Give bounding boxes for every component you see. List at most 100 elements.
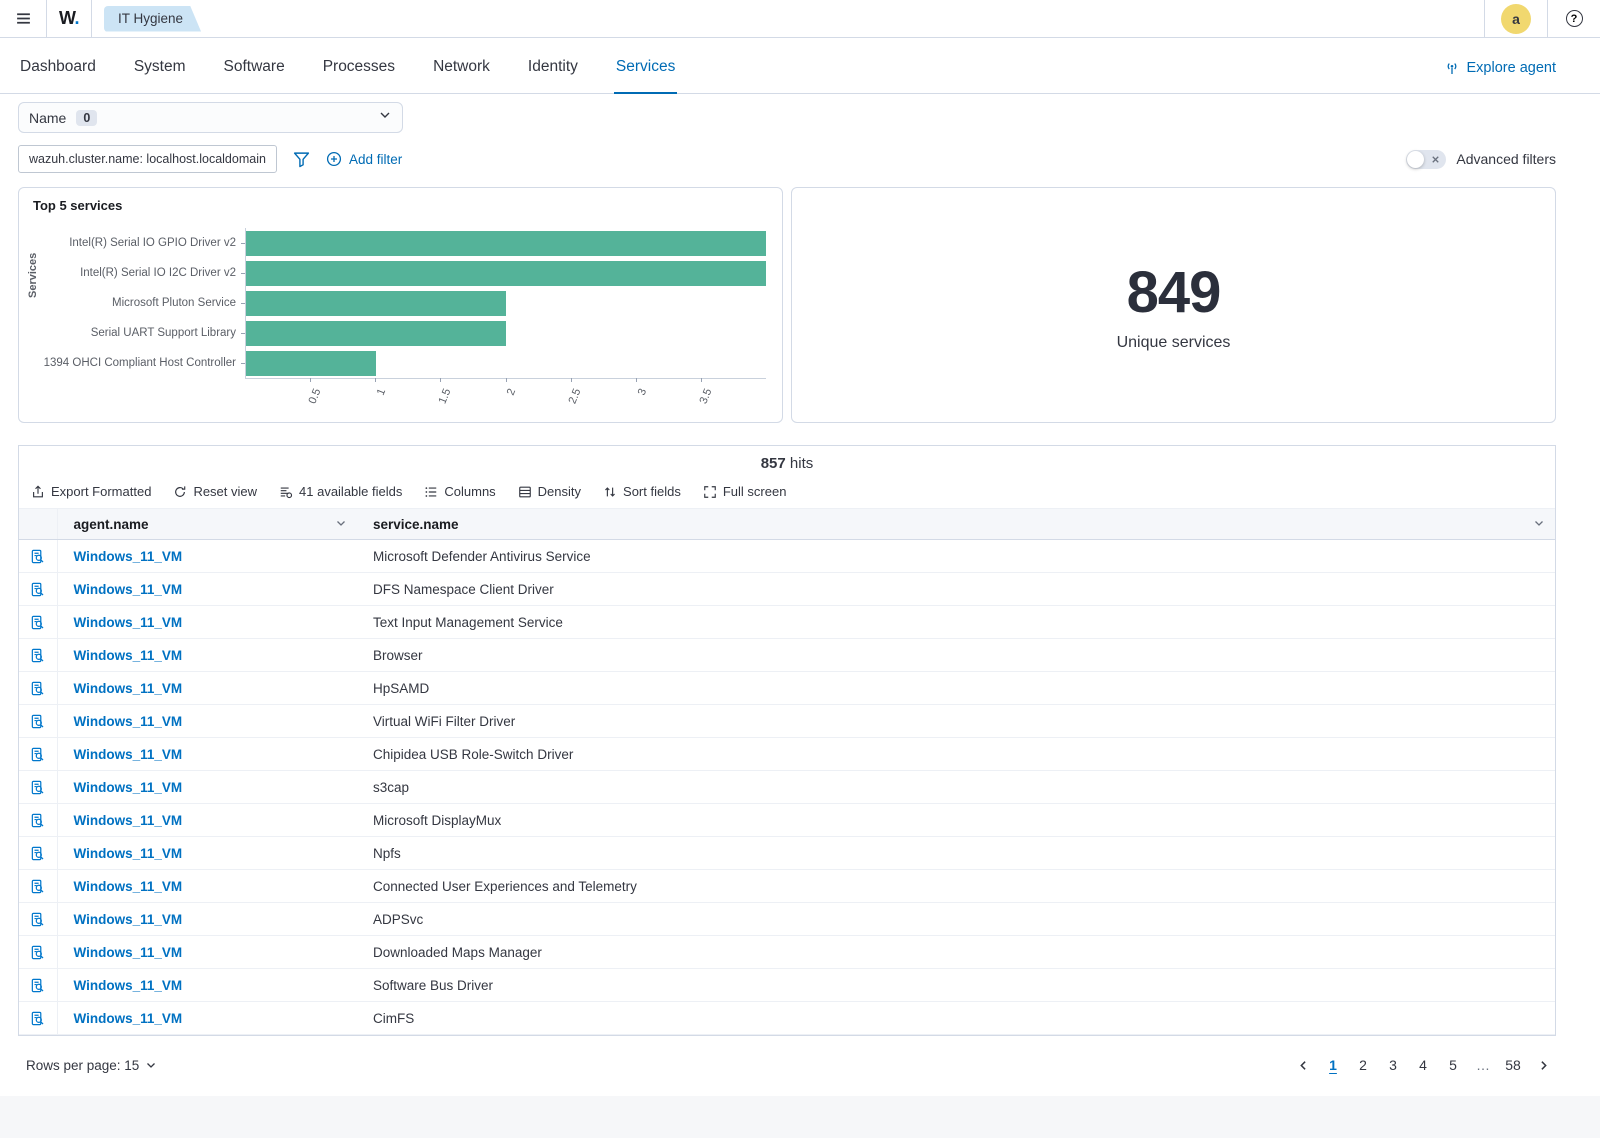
chevron-down-icon[interactable] — [1533, 517, 1545, 532]
chart-category-label: 1394 OHCI Compliant Host Controller — [33, 348, 245, 378]
tab-services[interactable]: Services — [614, 58, 677, 93]
metric-label: Unique services — [1117, 334, 1231, 352]
tab-identity[interactable]: Identity — [526, 58, 580, 93]
pagination: 12345…58 — [1290, 1052, 1556, 1078]
agent-name-link[interactable]: Windows_11_VM — [74, 714, 183, 729]
agent-name-link[interactable]: Windows_11_VM — [74, 780, 183, 795]
refresh-icon — [173, 485, 187, 499]
41-available-fields-button[interactable]: 41 available fields — [279, 484, 402, 499]
inspect-document-icon[interactable] — [30, 879, 45, 894]
service-name-cell: Downloaded Maps Manager — [357, 936, 1555, 969]
table-row: Windows_11_VM Virtual WiFi Filter Driver — [19, 705, 1555, 738]
filter-pill[interactable]: wazuh.cluster.name: localhost.localdomai… — [18, 145, 277, 173]
chart-bar[interactable] — [246, 351, 376, 376]
service-name-cell: Connected User Experiences and Telemetry — [357, 870, 1555, 903]
service-name-cell: HpSAMD — [357, 672, 1555, 705]
density-button[interactable]: Density — [518, 484, 581, 499]
help-icon[interactable]: ? — [1548, 0, 1600, 37]
inspect-document-icon[interactable] — [30, 780, 45, 795]
tab-processes[interactable]: Processes — [321, 58, 397, 93]
name-filter-select[interactable]: Name 0 — [18, 102, 403, 133]
toggle-off-x-icon — [1430, 153, 1441, 168]
hamburger-menu-icon[interactable] — [0, 0, 46, 37]
inspect-document-icon[interactable] — [30, 615, 45, 630]
y-axis-label: Services — [27, 253, 39, 298]
page-5-button[interactable]: 5 — [1440, 1052, 1466, 1078]
agent-name-link[interactable]: Windows_11_VM — [74, 978, 183, 993]
service-name-cell: Virtual WiFi Filter Driver — [357, 705, 1555, 738]
inspect-document-icon[interactable] — [30, 714, 45, 729]
inspect-document-icon[interactable] — [30, 912, 45, 927]
chevron-down-icon[interactable] — [335, 517, 347, 532]
add-filter-button[interactable]: Add filter — [326, 151, 402, 167]
inspect-document-icon[interactable] — [30, 747, 45, 762]
agent-name-link[interactable]: Windows_11_VM — [74, 549, 183, 564]
agent-name-link[interactable]: Windows_11_VM — [74, 1011, 183, 1026]
page-1-button[interactable]: 1 — [1320, 1052, 1346, 1078]
table-row: Windows_11_VMCimFS — [19, 1002, 1555, 1035]
table-row: Windows_11_VMChipidea USB Role-Switch Dr… — [19, 738, 1555, 771]
filters-section: Name 0 wazuh.cluster.name: localhost.loc… — [0, 94, 1600, 173]
inspect-document-icon[interactable] — [30, 648, 45, 663]
inspect-document-icon[interactable] — [30, 945, 45, 960]
service-name-cell: s3cap — [357, 771, 1555, 804]
agent-name-link[interactable]: Windows_11_VM — [74, 846, 183, 861]
agent-name-link[interactable]: Windows_11_VM — [74, 912, 183, 927]
agent-name-link[interactable]: Windows_11_VM — [74, 615, 183, 630]
prev-page-icon[interactable] — [1290, 1052, 1316, 1078]
tab-dashboard[interactable]: Dashboard — [18, 58, 98, 93]
sort-icon — [603, 485, 617, 499]
inspect-document-icon[interactable] — [30, 1011, 45, 1026]
chart-bar[interactable] — [246, 231, 766, 256]
table-row: Windows_11_VMNpfs — [19, 837, 1555, 870]
page-4-button[interactable]: 4 — [1410, 1052, 1436, 1078]
column-header-service-name[interactable]: service.name — [357, 509, 1555, 540]
breadcrumb[interactable]: IT Hygiene — [104, 6, 201, 32]
chart-bar[interactable] — [246, 261, 766, 286]
nav-tabs-bar: Dashboard System Software Processes Network I… — [0, 38, 1600, 94]
inspect-document-icon[interactable] — [30, 813, 45, 828]
advanced-filters-toggle[interactable] — [1406, 150, 1446, 169]
agent-name-link[interactable]: Windows_11_VM — [74, 648, 183, 663]
tab-software[interactable]: Software — [222, 58, 287, 93]
full-screen-button[interactable]: Full screen — [703, 484, 787, 499]
export-formatted-button[interactable]: Export Formatted — [31, 484, 151, 499]
next-page-icon[interactable] — [1530, 1052, 1556, 1078]
page-3-button[interactable]: 3 — [1380, 1052, 1406, 1078]
agent-name-link[interactable]: Windows_11_VM — [74, 813, 183, 828]
inspect-document-icon[interactable] — [30, 681, 45, 696]
explore-agent-link[interactable]: Explore agent — [1444, 60, 1556, 93]
avatar[interactable]: a — [1501, 4, 1531, 34]
chart-bar[interactable] — [246, 321, 506, 346]
chevron-down-icon — [378, 108, 392, 127]
agent-name-link[interactable]: Windows_11_VM — [74, 681, 183, 696]
reset-view-button[interactable]: Reset view — [173, 484, 257, 499]
tab-network[interactable]: Network — [431, 58, 492, 93]
agent-name-link[interactable]: Windows_11_VM — [74, 582, 183, 597]
filter-funnel-icon[interactable] — [293, 151, 310, 168]
results-table-panel: 857 hits Export FormattedReset view41 av… — [18, 445, 1556, 1036]
agent-name-link[interactable]: Windows_11_VM — [74, 945, 183, 960]
wazuh-logo[interactable]: W. — [47, 8, 91, 29]
page-2-button[interactable]: 2 — [1350, 1052, 1376, 1078]
table-row: Windows_11_VM Software Bus Driver — [19, 969, 1555, 1002]
sort-fields-button[interactable]: Sort fields — [603, 484, 681, 499]
service-name-cell: Microsoft Defender Antivirus Service — [357, 540, 1555, 573]
column-header-agent-name[interactable]: agent.name — [57, 509, 357, 540]
page-58-button[interactable]: 58 — [1500, 1052, 1526, 1078]
inspect-document-icon[interactable] — [30, 549, 45, 564]
tab-system[interactable]: System — [132, 58, 188, 93]
table-row: Windows_11_VM Downloaded Maps Manager — [19, 936, 1555, 969]
chart-category-label: Serial UART Support Library — [33, 318, 245, 348]
inspect-document-icon[interactable] — [30, 846, 45, 861]
inspect-document-icon[interactable] — [30, 978, 45, 993]
x-tick-label: 1.5 — [437, 387, 454, 406]
agent-name-link[interactable]: Windows_11_VM — [74, 747, 183, 762]
agent-name-link[interactable]: Windows_11_VM — [74, 879, 183, 894]
chart-bar[interactable] — [246, 291, 506, 316]
service-name-cell: Software Bus Driver — [357, 969, 1555, 1002]
export-icon — [31, 485, 45, 499]
columns-button[interactable]: Columns — [424, 484, 495, 499]
rows-per-page-button[interactable]: Rows per page: 15 — [26, 1058, 157, 1073]
inspect-document-icon[interactable] — [30, 582, 45, 597]
